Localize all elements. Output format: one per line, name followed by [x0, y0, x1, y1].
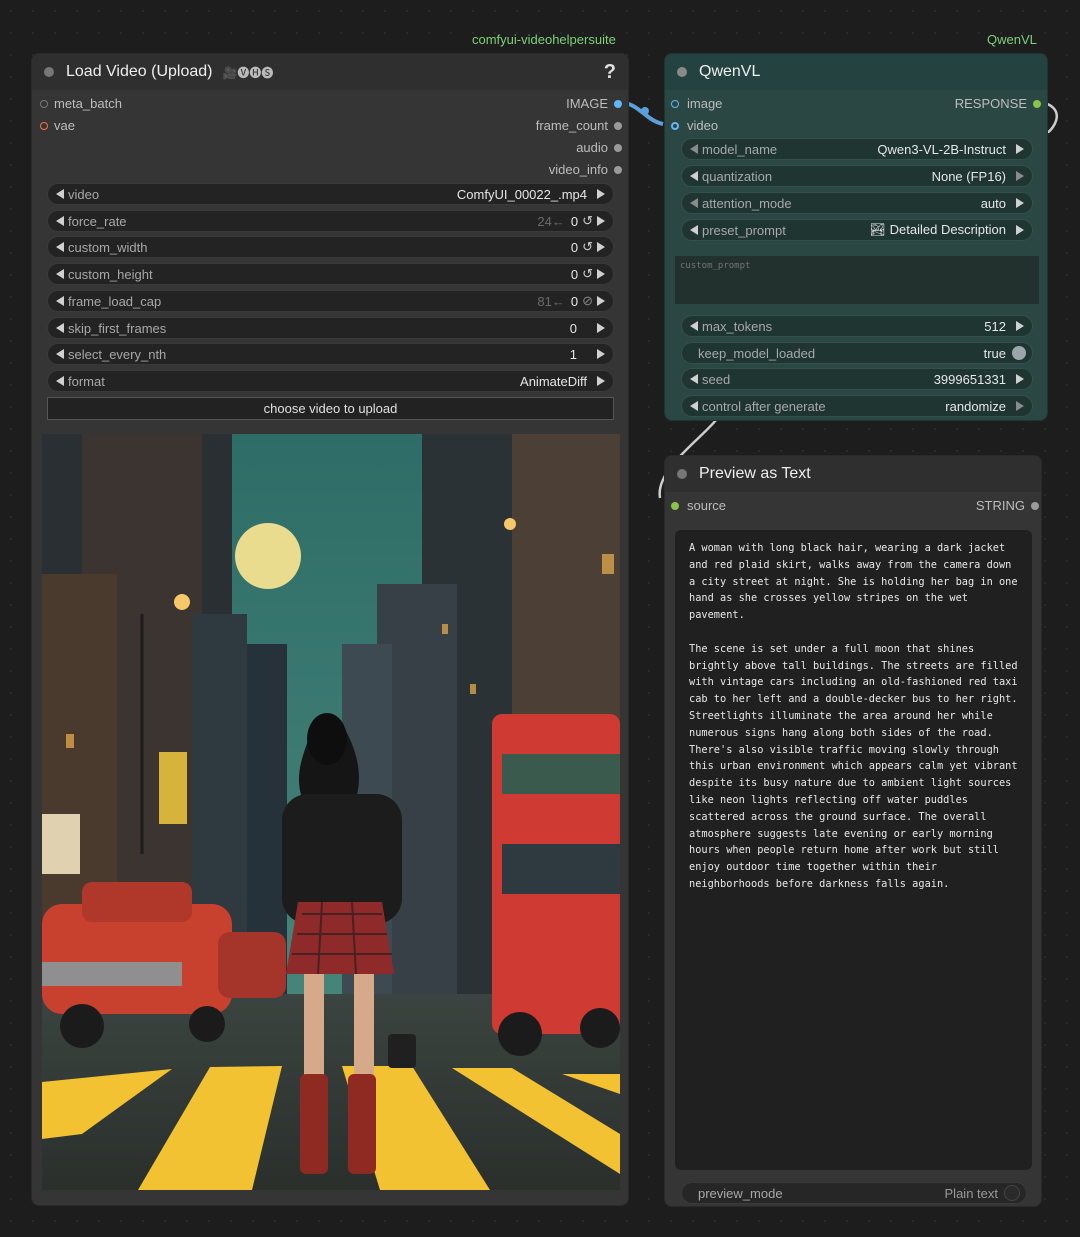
reset-icon[interactable]: ↺ — [582, 213, 593, 229]
output-image[interactable]: IMAGE — [566, 95, 622, 113]
input-image[interactable]: image — [671, 95, 722, 113]
decrement-arrow-icon[interactable] — [690, 171, 698, 181]
node-header[interactable]: Load Video (Upload) 🎥🅥🅗🅢 ? — [32, 54, 628, 90]
decrement-arrow-icon[interactable] — [690, 374, 698, 384]
decrement-arrow-icon[interactable] — [690, 401, 698, 411]
disable-icon[interactable]: ⊘ — [582, 293, 593, 309]
preview-text-area[interactable]: A woman with long black hair, wearing a … — [675, 530, 1032, 1170]
collapse-dot[interactable] — [677, 67, 687, 77]
slot-dot-icon[interactable] — [614, 100, 622, 108]
pack-label-qwenvl: QwenVL — [987, 32, 1037, 47]
widget-custom-width[interactable]: custom_width 0 ↺ — [47, 236, 614, 258]
toggle-knob-icon[interactable] — [1004, 1185, 1020, 1201]
custom-prompt-textarea[interactable] — [675, 256, 1039, 304]
default-hint: 81← — [537, 293, 565, 309]
slot-dot-icon[interactable] — [40, 100, 48, 108]
increment-arrow-icon[interactable] — [1016, 374, 1024, 384]
input-vae[interactable]: vae — [40, 117, 75, 135]
decrement-arrow-icon[interactable] — [56, 296, 64, 306]
widget-video[interactable]: video ComfyUI_00022_.mp4 — [47, 183, 614, 205]
node-title: Load Video (Upload) — [66, 63, 213, 80]
increment-arrow-icon[interactable] — [1016, 225, 1024, 235]
reset-icon[interactable]: ↺ — [582, 266, 593, 282]
toggle-knob-icon[interactable] — [1012, 346, 1026, 360]
widget-force-rate[interactable]: force_rate 24← 0 ↺ — [47, 210, 614, 232]
increment-arrow-icon[interactable] — [597, 242, 605, 252]
widget-select-every-nth[interactable]: select_every_nth 1 — [47, 343, 614, 365]
collapse-dot[interactable] — [677, 469, 687, 479]
node-title: Preview as Text — [699, 465, 811, 482]
qwenvl-node[interactable]: QwenVL image video RESPONSE model_name Q… — [664, 53, 1048, 421]
decrement-arrow-icon[interactable] — [56, 376, 64, 386]
decrement-arrow-icon[interactable] — [56, 349, 64, 359]
widget-attention-mode[interactable]: attention_mode auto — [681, 192, 1033, 214]
widget-model-name[interactable]: model_name Qwen3-VL-2B-Instruct — [681, 138, 1033, 160]
widget-skip-first-frames[interactable]: skip_first_frames 0 — [47, 317, 614, 339]
slot-dot-icon[interactable] — [671, 502, 679, 510]
vhs-badge-icon: 🎥🅥🅗🅢 — [222, 65, 274, 80]
slot-dot-icon[interactable] — [40, 122, 48, 130]
slot-dot-icon[interactable] — [614, 144, 622, 152]
decrement-arrow-icon[interactable] — [56, 323, 64, 333]
default-hint: 24← — [537, 213, 565, 229]
widget-quantization[interactable]: quantization None (FP16) — [681, 165, 1033, 187]
output-frame-count[interactable]: frame_count — [536, 117, 622, 135]
widget-preset-prompt[interactable]: preset_prompt 🏞 Detailed Description — [681, 219, 1033, 241]
widget-keep-model-loaded[interactable]: keep_model_loaded true — [681, 342, 1033, 364]
help-icon[interactable]: ? — [604, 61, 616, 84]
load-video-node[interactable]: Load Video (Upload) 🎥🅥🅗🅢 ? meta_batch va… — [31, 53, 629, 1206]
increment-arrow-icon[interactable] — [597, 189, 605, 199]
collapse-dot[interactable] — [44, 67, 54, 77]
choose-video-upload-button[interactable]: choose video to upload — [47, 397, 614, 420]
slot-dot-icon[interactable] — [671, 100, 679, 108]
widget-seed[interactable]: seed 3999651331 — [681, 368, 1033, 390]
input-video[interactable]: video — [671, 117, 718, 135]
widget-max-tokens[interactable]: max_tokens 512 — [681, 315, 1033, 337]
node-header[interactable]: QwenVL — [665, 54, 1047, 90]
increment-arrow-icon[interactable] — [597, 269, 605, 279]
output-video-info[interactable]: video_info — [549, 161, 622, 179]
widget-format[interactable]: format AnimateDiff — [47, 370, 614, 392]
increment-arrow-icon[interactable] — [1016, 321, 1024, 331]
increment-arrow-icon[interactable] — [597, 349, 605, 359]
decrement-arrow-icon[interactable] — [690, 321, 698, 331]
decrement-arrow-icon[interactable] — [690, 144, 698, 154]
output-audio[interactable]: audio — [576, 139, 622, 157]
increment-arrow-icon[interactable] — [597, 216, 605, 226]
output-string[interactable]: STRING — [976, 497, 1039, 515]
decrement-arrow-icon[interactable] — [690, 225, 698, 235]
increment-arrow-icon[interactable] — [1016, 198, 1024, 208]
increment-arrow-icon[interactable] — [597, 296, 605, 306]
widget-control-after-generate[interactable]: control after generate randomize — [681, 395, 1033, 417]
input-source[interactable]: source — [671, 497, 726, 515]
widget-preview-mode[interactable]: preview_mode Plain text — [681, 1182, 1027, 1204]
slot-dot-icon[interactable] — [1031, 502, 1039, 510]
preview-as-text-node[interactable]: Preview as Text source STRING A woman wi… — [664, 455, 1042, 1207]
reset-icon[interactable]: ↺ — [582, 239, 593, 255]
slot-dot-icon[interactable] — [1033, 100, 1041, 108]
slot-dot-icon[interactable] — [614, 122, 622, 130]
widget-frame-load-cap[interactable]: frame_load_cap 81← 0 ⊘ — [47, 290, 614, 312]
increment-arrow-icon[interactable] — [1016, 171, 1024, 181]
decrement-arrow-icon[interactable] — [56, 189, 64, 199]
node-header[interactable]: Preview as Text — [665, 456, 1041, 492]
video-preview-image — [42, 434, 620, 1190]
slot-dot-icon[interactable] — [671, 122, 679, 130]
increment-arrow-icon[interactable] — [597, 376, 605, 386]
input-meta-batch[interactable]: meta_batch — [40, 95, 122, 113]
widget-custom-height[interactable]: custom_height 0 ↺ — [47, 263, 614, 285]
node-title: QwenVL — [699, 63, 761, 80]
slot-dot-icon[interactable] — [614, 166, 622, 174]
increment-arrow-icon[interactable] — [1016, 401, 1024, 411]
increment-arrow-icon[interactable] — [597, 323, 605, 333]
pack-label-videohelpersuite: comfyui-videohelpersuite — [472, 32, 616, 47]
increment-arrow-icon[interactable] — [1016, 144, 1024, 154]
decrement-arrow-icon[interactable] — [690, 198, 698, 208]
decrement-arrow-icon[interactable] — [56, 269, 64, 279]
decrement-arrow-icon[interactable] — [56, 242, 64, 252]
output-response[interactable]: RESPONSE — [955, 95, 1041, 113]
decrement-arrow-icon[interactable] — [56, 216, 64, 226]
